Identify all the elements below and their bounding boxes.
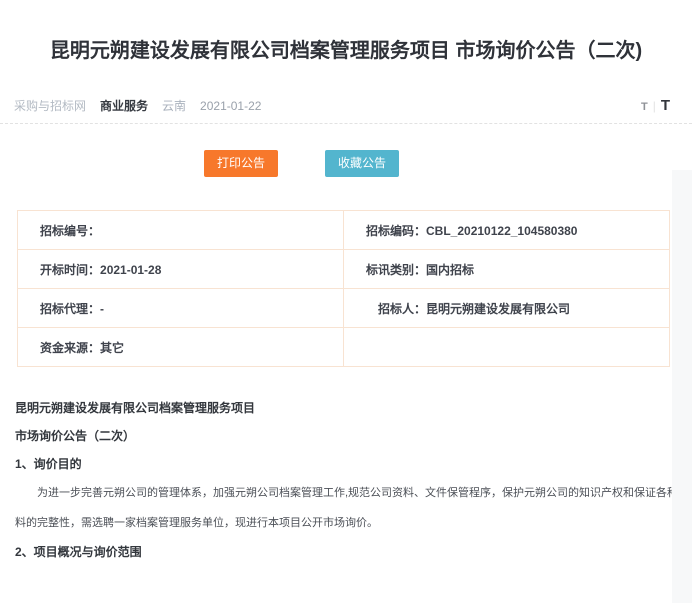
cell-value: 国内招标 <box>426 263 474 277</box>
cell-tender-agent: 招标代理：- <box>18 289 344 328</box>
cell-label: 招标编号： <box>40 222 100 239</box>
cell-funding-source: 资金来源：其它 <box>18 328 344 367</box>
meta-region-link[interactable]: 云南 <box>162 97 186 114</box>
article-section-2-heading: 2、项目概况与询价范围 <box>15 538 690 566</box>
cell-label: 开标时间： <box>40 261 100 278</box>
meta-row: 采购与招标网 商业服务 云南 2021-01-22 T | T <box>14 97 670 114</box>
cell-tender-code: 招标编码：CBL_20210122_104580380 <box>344 211 670 250</box>
cell-value: 昆明元朔建设发展有限公司 <box>426 302 570 316</box>
announcement-body: 昆明元朔建设发展有限公司档案管理服务项目 市场询价公告（二次） 1、询价目的 为… <box>15 394 690 566</box>
cell-opening-date: 开标时间：2021-01-28 <box>18 250 344 289</box>
table-row: 招标代理：- 招标人：昆明元朔建设发展有限公司 <box>18 289 670 328</box>
cell-label: 招标人： <box>366 300 426 317</box>
header-divider <box>0 123 692 124</box>
cell-tender-number: 招标编号： <box>18 211 344 250</box>
meta-category-link[interactable]: 商业服务 <box>100 97 148 114</box>
page-title: 昆明元朔建设发展有限公司档案管理服务项目 市场询价公告（二次) <box>36 30 656 72</box>
favorite-announcement-button[interactable]: 收藏公告 <box>325 150 399 177</box>
cell-value: CBL_20210122_104580380 <box>426 224 577 238</box>
meta-date: 2021-01-22 <box>200 99 261 113</box>
print-announcement-button[interactable]: 打印公告 <box>204 150 278 177</box>
table-row: 开标时间：2021-01-28 标讯类别：国内招标 <box>18 250 670 289</box>
action-buttons: 打印公告 收藏公告 <box>204 150 692 177</box>
cell-value: 其它 <box>100 341 124 355</box>
article-section-1-paragraph: 为进一步完善元朔公司的管理体系，加强元朔公司档案管理工作,规范公司资料、文件保管… <box>15 478 690 538</box>
table-row: 资金来源：其它 <box>18 328 670 367</box>
article-subtitle: 市场询价公告（二次） <box>15 422 690 450</box>
announcement-page: 昆明元朔建设发展有限公司档案管理服务项目 市场询价公告（二次) 采购与招标网 商… <box>0 0 692 603</box>
cell-label: 招标编码： <box>366 222 426 239</box>
font-size-large-button[interactable]: T <box>661 97 670 114</box>
cell-empty <box>344 328 670 367</box>
cell-info-category: 标讯类别：国内招标 <box>344 250 670 289</box>
article-project-name: 昆明元朔建设发展有限公司档案管理服务项目 <box>15 394 690 422</box>
meta-source-link[interactable]: 采购与招标网 <box>14 97 86 114</box>
tender-info-table: 招标编号： 招标编码：CBL_20210122_104580380 开标时间：2… <box>17 210 670 367</box>
font-size-small-button[interactable]: T <box>641 101 648 113</box>
font-toggle-divider: | <box>653 99 656 113</box>
font-size-toggle: T | T <box>641 97 670 114</box>
page-edge-strip <box>672 170 692 603</box>
cell-value: - <box>100 302 104 316</box>
cell-value: 2021-01-28 <box>100 263 161 277</box>
cell-label: 资金来源： <box>40 339 100 356</box>
cell-label: 招标代理： <box>40 300 100 317</box>
table-row: 招标编号： 招标编码：CBL_20210122_104580380 <box>18 211 670 250</box>
cell-label: 标讯类别： <box>366 261 426 278</box>
article-section-1-heading: 1、询价目的 <box>15 450 690 478</box>
cell-tenderee: 招标人：昆明元朔建设发展有限公司 <box>344 289 670 328</box>
